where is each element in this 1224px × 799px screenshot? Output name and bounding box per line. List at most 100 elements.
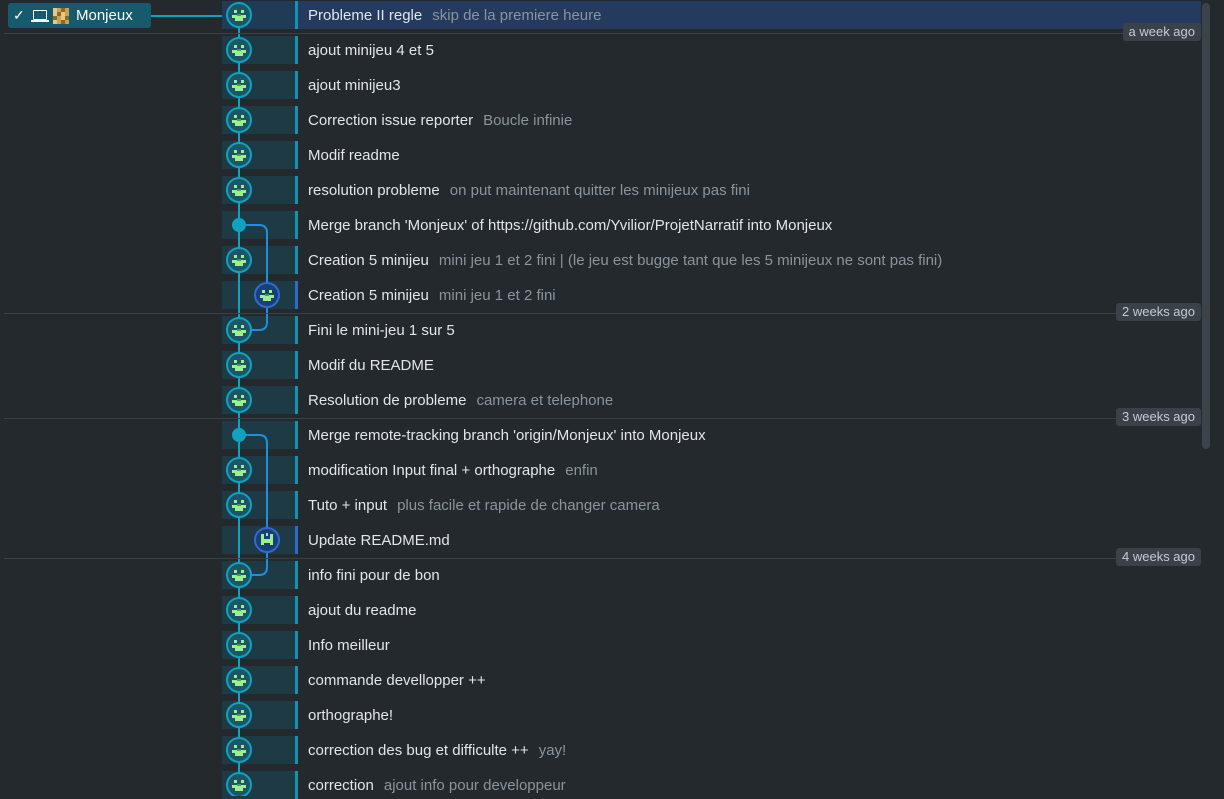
- avatar-pixel: [262, 290, 265, 293]
- avatar-pixel: [241, 185, 244, 188]
- branch-connector: [151, 15, 227, 17]
- author-avatar-icon[interactable]: [226, 2, 252, 28]
- author-avatar-icon[interactable]: [226, 247, 252, 273]
- author-avatar-icon[interactable]: [226, 352, 252, 378]
- author-avatar-icon[interactable]: [226, 667, 252, 693]
- commit-message: Modif du README: [308, 356, 434, 374]
- commit-row[interactable]: Info meilleur: [298, 631, 1201, 659]
- avatar-pixel: [234, 465, 237, 468]
- avatar-pixel: [237, 574, 241, 576]
- commit-row[interactable]: Modif readme: [298, 141, 1201, 169]
- author-avatar-icon[interactable]: [226, 492, 252, 518]
- avatar-pixel: [241, 80, 244, 83]
- commit-row[interactable]: Correction issue reporter Boucle infinie: [298, 106, 1201, 134]
- avatar-pixel: [241, 745, 244, 748]
- author-avatar-icon[interactable]: [226, 387, 252, 413]
- avatar-pixel: [235, 53, 243, 56]
- branch-label-monjeux[interactable]: ✓ Monjeux: [8, 3, 151, 28]
- avatar-pixel: [241, 640, 244, 643]
- avatar-pixel: [235, 718, 243, 721]
- commit-row[interactable]: ajout minijeu 4 et 5: [298, 36, 1201, 64]
- branch-lane-line: [239, 224, 268, 331]
- author-avatar-icon[interactable]: [226, 72, 252, 98]
- commit-row[interactable]: Merge remote-tracking branch 'origin/Mon…: [298, 421, 1201, 449]
- avatar-pixel: [237, 49, 241, 51]
- author-avatar-icon[interactable]: [226, 562, 252, 588]
- commit-row[interactable]: Probleme II regle skip de la premiere heu…: [298, 1, 1201, 29]
- author-avatar-icon[interactable]: [226, 317, 252, 343]
- commit-message: Creation 5 minijeu: [308, 286, 429, 304]
- avatar-pixel: [234, 675, 237, 678]
- commit-row[interactable]: Creation 5 minijeu mini jeu 1 et 2 fini |…: [298, 246, 1201, 274]
- github-avatar-icon[interactable]: [254, 527, 280, 553]
- commit-row[interactable]: orthographe!: [298, 701, 1201, 729]
- commit-message: correction des bug et difficulte ++: [308, 741, 529, 759]
- date-separator: [4, 33, 1201, 34]
- avatar-pixel: [237, 329, 241, 331]
- commit-message: commande devellopper ++: [308, 671, 486, 689]
- commit-row[interactable]: info fini pour de bon: [298, 561, 1201, 589]
- commit-row[interactable]: correction ajout info pour developpeur: [298, 771, 1201, 799]
- commit-description: mini jeu 1 et 2 fini: [438, 286, 556, 304]
- commit-row[interactable]: Creation 5 minijeu mini jeu 1 et 2 fini: [298, 281, 1201, 309]
- avatar-pixel: [237, 364, 241, 366]
- author-avatar-icon[interactable]: [226, 597, 252, 623]
- commit-row[interactable]: resolution probleme on put maintenant qui…: [298, 176, 1201, 204]
- avatar-pixel: [234, 80, 237, 83]
- commit-row[interactable]: Resolution de probleme camera et telephon…: [298, 386, 1201, 414]
- author-avatar-icon[interactable]: [254, 282, 280, 308]
- author-avatar-icon[interactable]: [226, 632, 252, 658]
- author-avatar-icon[interactable]: [226, 142, 252, 168]
- commit-row[interactable]: Tuto + input plus facile et rapide de cha…: [298, 491, 1201, 519]
- commit-row[interactable]: Merge branch 'Monjeux' of https://github…: [298, 211, 1201, 239]
- commit-row[interactable]: modification Input final + orthographe en…: [298, 456, 1201, 484]
- scrollbar[interactable]: [1202, 3, 1210, 449]
- avatar: [53, 7, 69, 24]
- avatar-pixel: [261, 534, 264, 545]
- author-avatar-icon[interactable]: [226, 37, 252, 63]
- commit-row[interactable]: Modif du README: [298, 351, 1201, 379]
- avatar-pixel: [237, 399, 241, 401]
- commit-row[interactable]: ajout minijeu3: [298, 71, 1201, 99]
- avatar-pixel: [241, 115, 244, 118]
- avatar-pixel: [235, 648, 243, 651]
- avatar-pixel: [235, 683, 243, 686]
- commit-description: plus facile et rapide de changer camera: [397, 496, 660, 514]
- avatar-pixel: [235, 473, 243, 476]
- avatar-pixel: [234, 360, 237, 363]
- avatar-pixel: [265, 294, 269, 296]
- author-avatar-icon[interactable]: [226, 772, 252, 796]
- avatar-pixel: [241, 780, 244, 783]
- avatar-pixel: [235, 263, 243, 266]
- commit-message: Creation 5 minijeu: [308, 251, 429, 269]
- merge-node[interactable]: [232, 428, 246, 442]
- avatar-pixel: [237, 784, 241, 786]
- author-avatar-icon[interactable]: [226, 107, 252, 133]
- author-avatar-icon[interactable]: [226, 177, 252, 203]
- avatar-pixel: [237, 714, 241, 716]
- branch-name: Monjeux: [76, 7, 133, 24]
- avatar-pixel: [235, 158, 243, 161]
- commit-row[interactable]: commande devellopper ++: [298, 666, 1201, 694]
- avatar-pixel: [237, 504, 241, 506]
- author-avatar-icon[interactable]: [226, 737, 252, 763]
- commit-message: Resolution de probleme: [308, 391, 467, 409]
- commit-row[interactable]: Fini le mini-jeu 1 sur 5: [298, 316, 1201, 344]
- avatar-pixel: [234, 500, 237, 503]
- date-marker-label: a week ago: [1122, 23, 1201, 41]
- author-avatar-icon[interactable]: [226, 457, 252, 483]
- commit-row[interactable]: Update README.md: [298, 526, 1201, 554]
- avatar-pixel: [234, 605, 237, 608]
- avatar-pixel: [235, 403, 243, 406]
- avatar-pixel: [237, 749, 241, 751]
- avatar-pixel: [241, 45, 244, 48]
- commit-row[interactable]: correction des bug et difficulte ++ yay!: [298, 736, 1201, 764]
- avatar-pixel: [234, 255, 237, 258]
- commit-message: info fini pour de bon: [308, 566, 440, 584]
- merge-node[interactable]: [232, 218, 246, 232]
- author-avatar-icon[interactable]: [226, 702, 252, 728]
- commit-row[interactable]: ajout du readme: [298, 596, 1201, 624]
- avatar-pixel: [241, 500, 244, 503]
- avatar-pixel: [241, 465, 244, 468]
- avatar-pixel: [241, 150, 244, 153]
